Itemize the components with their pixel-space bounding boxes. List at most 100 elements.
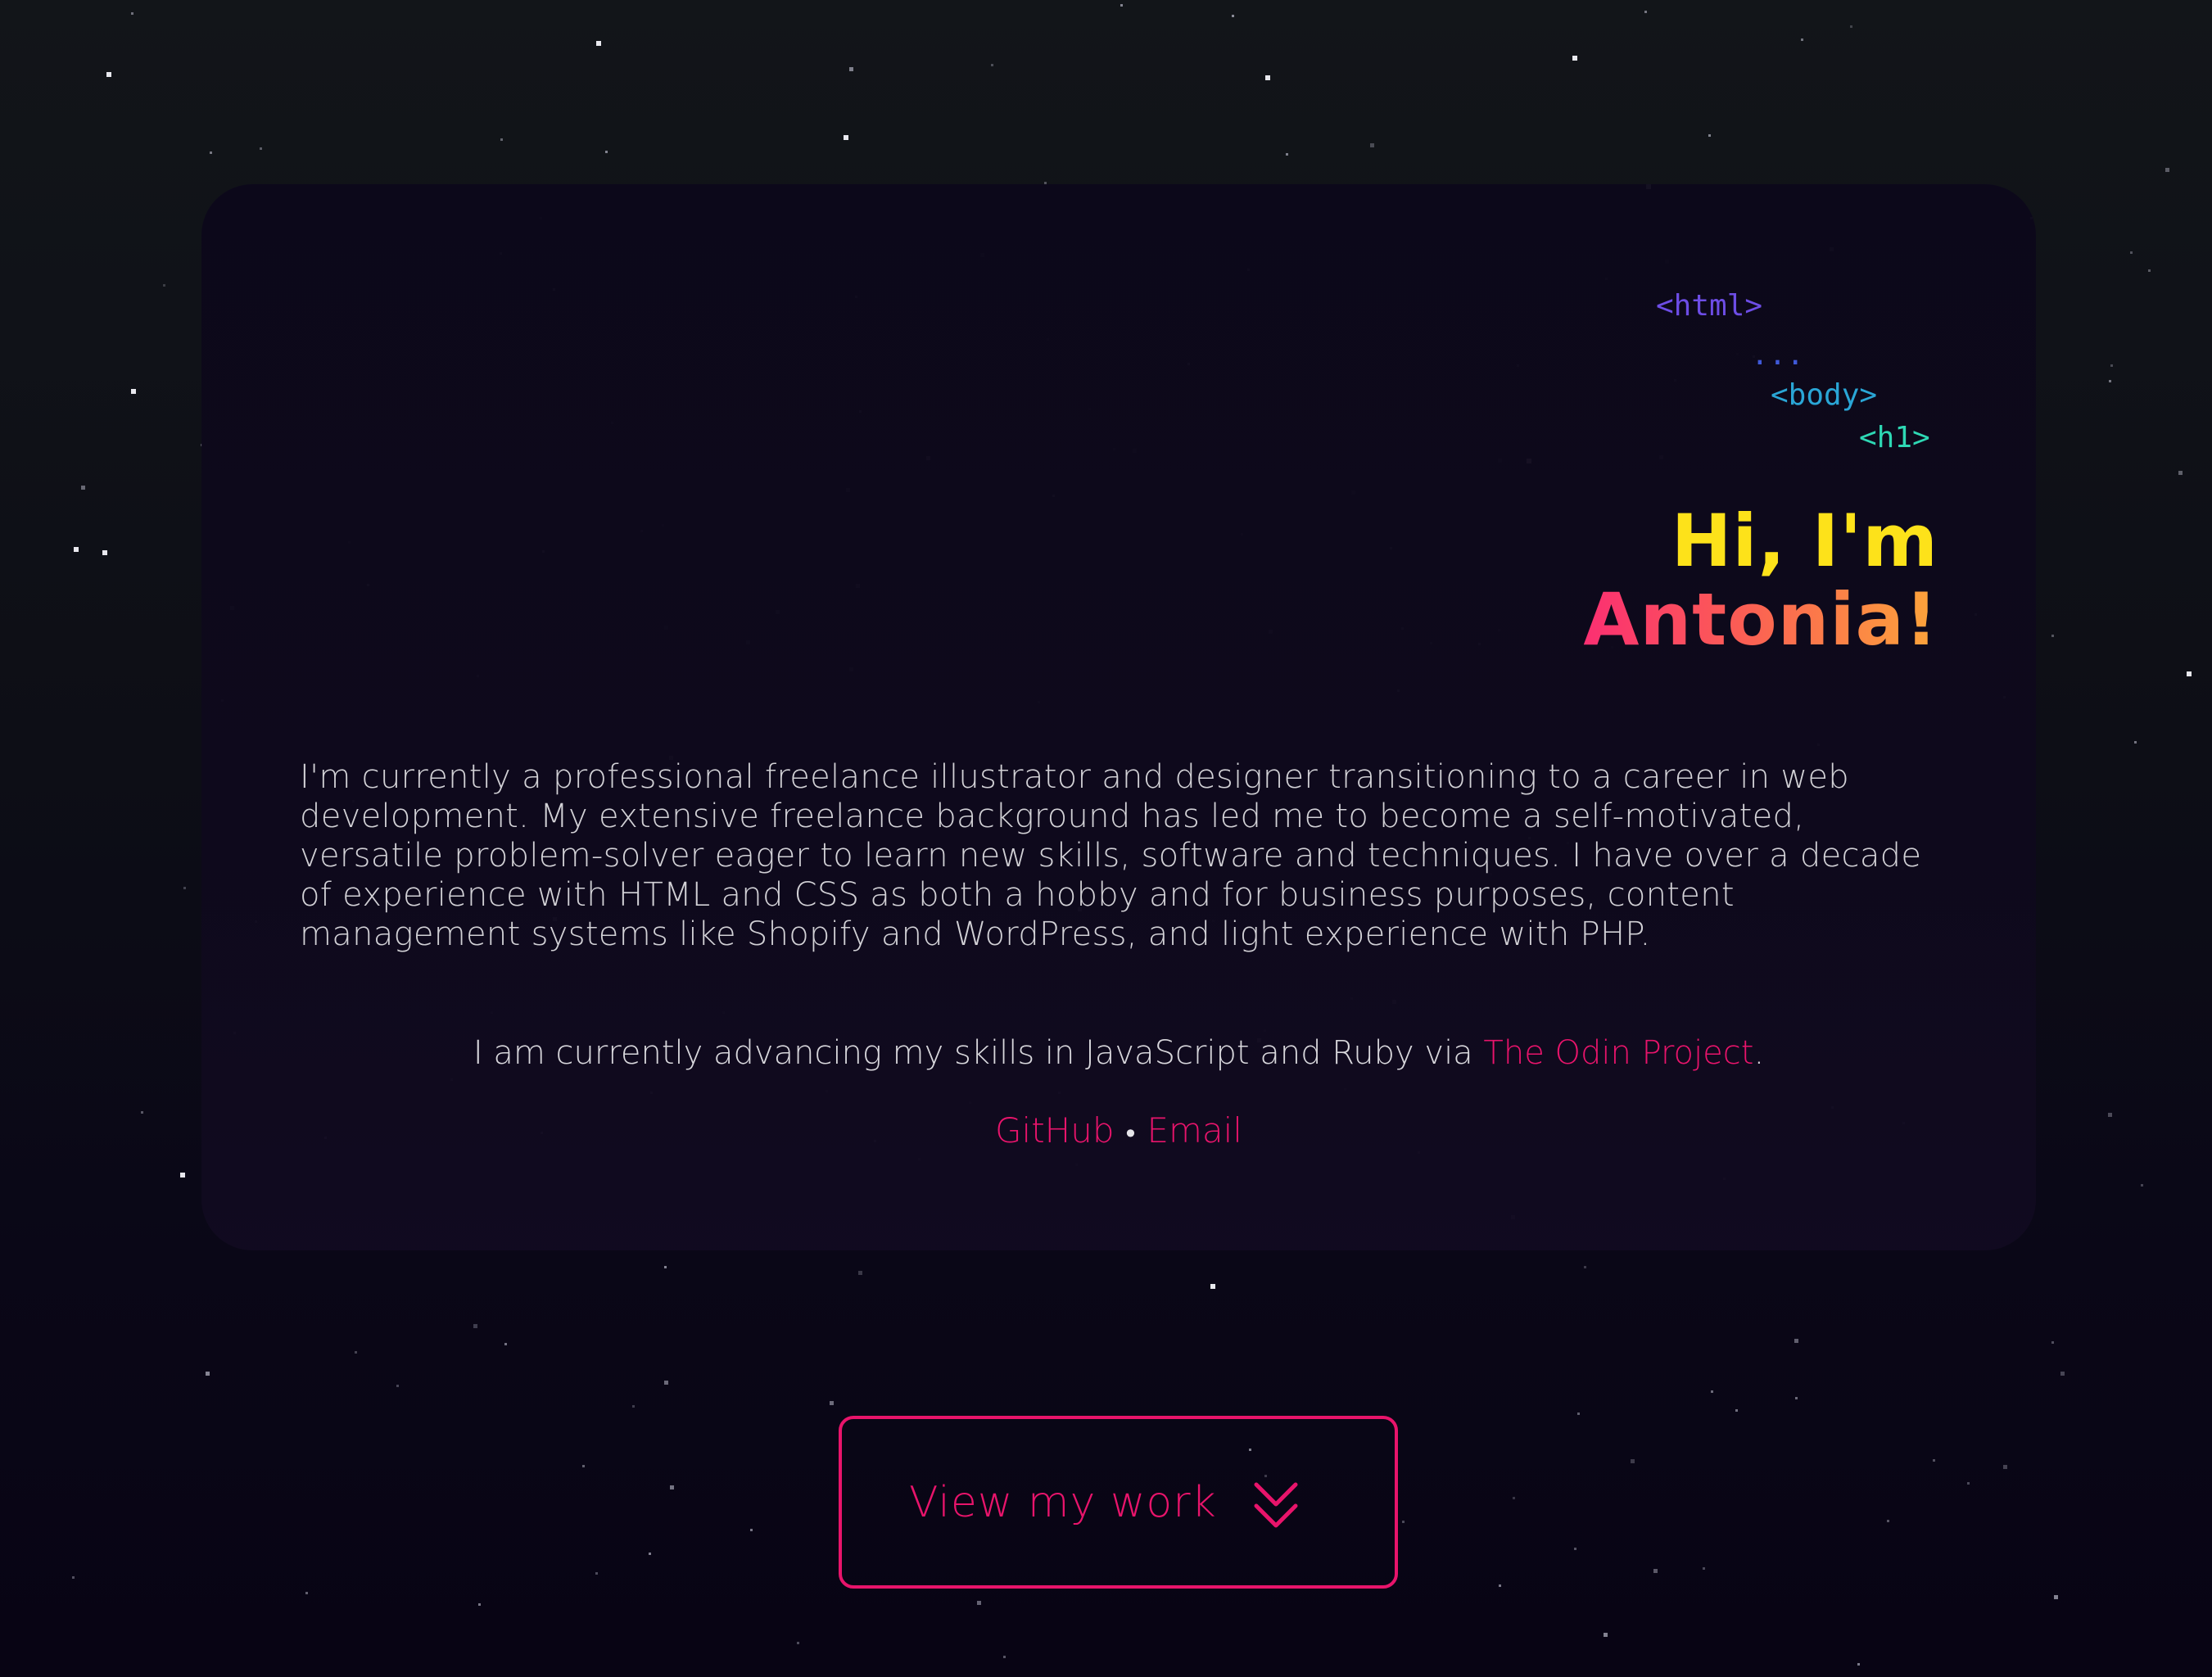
star	[2141, 1184, 2143, 1187]
star	[1574, 1548, 1576, 1550]
star	[2051, 1341, 2054, 1344]
star	[74, 547, 79, 552]
code-tag-body: <body>	[1771, 378, 1878, 412]
hero-heading: Hi, I'm Antonia!	[1583, 502, 1938, 659]
star	[750, 1529, 753, 1531]
star	[1631, 1459, 1635, 1463]
star	[1604, 1633, 1608, 1637]
view-my-work-button[interactable]: View my work	[839, 1416, 1398, 1589]
star	[649, 1553, 651, 1555]
star	[670, 1485, 674, 1489]
star	[1708, 134, 1711, 137]
star	[210, 151, 212, 154]
star	[797, 1642, 799, 1644]
code-tag-ellipsis: ...	[1751, 338, 1805, 372]
star	[1232, 15, 1234, 17]
star	[977, 1601, 981, 1605]
star	[102, 550, 107, 555]
star	[180, 1173, 185, 1178]
star	[2134, 741, 2137, 744]
star	[632, 1405, 635, 1408]
star	[1370, 143, 1374, 147]
intro-card: <html> ... <body> <h1> Hi, I'm Antonia! …	[201, 184, 2036, 1250]
star	[596, 41, 601, 46]
star	[991, 64, 993, 66]
star	[1644, 11, 1647, 13]
star	[260, 147, 262, 150]
star	[131, 12, 133, 15]
star	[131, 389, 136, 394]
star	[664, 1381, 668, 1385]
odin-period: .	[1753, 1034, 1765, 1072]
star	[106, 72, 111, 77]
email-link[interactable]: Email	[1147, 1110, 1242, 1150]
star	[2110, 364, 2113, 367]
star	[183, 887, 186, 889]
bio-paragraph: I'm currently a professional freelance i…	[300, 758, 1922, 953]
contact-links: GitHub • Email	[201, 1111, 2036, 1153]
star	[1513, 1497, 1515, 1499]
star	[1795, 1397, 1798, 1399]
star	[1933, 1459, 1935, 1462]
hero-name: Antonia!	[1583, 577, 1938, 662]
star	[1003, 1656, 1006, 1658]
view-my-work-label: View my work	[909, 1477, 1217, 1527]
star	[858, 1271, 862, 1275]
star	[830, 1401, 834, 1405]
star	[396, 1385, 399, 1387]
star	[2178, 471, 2183, 475]
star	[595, 1572, 598, 1575]
star	[2148, 269, 2151, 272]
star	[2003, 1465, 2007, 1469]
star	[1499, 1584, 1501, 1587]
star	[1286, 153, 1288, 156]
link-separator: •	[1125, 1117, 1136, 1150]
star	[1711, 1390, 1713, 1393]
star	[2051, 635, 2054, 637]
star	[1572, 56, 1577, 61]
star	[1794, 1339, 1798, 1343]
star	[582, 1465, 585, 1467]
star	[844, 135, 848, 140]
star	[2165, 168, 2169, 172]
star	[1801, 38, 1803, 41]
odin-project-link[interactable]: The Odin Project	[1483, 1034, 1753, 1072]
star	[664, 1266, 667, 1268]
star	[1857, 1663, 1860, 1666]
star	[2187, 671, 2192, 676]
star	[2108, 1113, 2112, 1117]
star	[504, 1343, 507, 1345]
star	[305, 1592, 308, 1594]
chevron-double-down-icon	[1254, 1482, 1298, 1528]
star	[500, 138, 503, 141]
odin-paragraph: I am currently advancing my skills in Ja…	[201, 1033, 2036, 1073]
star	[206, 1372, 210, 1376]
star	[1120, 4, 1123, 7]
star	[1265, 75, 1270, 80]
star	[1967, 1482, 1970, 1485]
star	[478, 1603, 481, 1606]
star	[2054, 1595, 2058, 1599]
star	[2060, 1372, 2065, 1376]
star	[1577, 1413, 1580, 1415]
star	[1402, 1521, 1405, 1523]
odin-text: I am currently advancing my skills in Ja…	[473, 1034, 1484, 1072]
star	[473, 1324, 477, 1328]
star	[2109, 380, 2111, 382]
star	[1653, 1569, 1658, 1573]
star	[81, 486, 85, 490]
star	[1210, 1284, 1215, 1289]
code-tag-html: <html>	[1656, 289, 1763, 323]
star	[1584, 1266, 1586, 1268]
star	[72, 1576, 75, 1579]
code-tag-h1: <h1>	[1859, 421, 1930, 454]
star	[355, 1351, 357, 1354]
star	[2130, 251, 2133, 254]
star	[605, 151, 608, 153]
star	[1703, 1567, 1705, 1570]
star	[1887, 1520, 1889, 1522]
github-link[interactable]: GitHub	[995, 1110, 1115, 1150]
hero-greeting: Hi, I'm	[1671, 499, 1938, 583]
star	[141, 1111, 143, 1114]
star	[1735, 1409, 1738, 1412]
